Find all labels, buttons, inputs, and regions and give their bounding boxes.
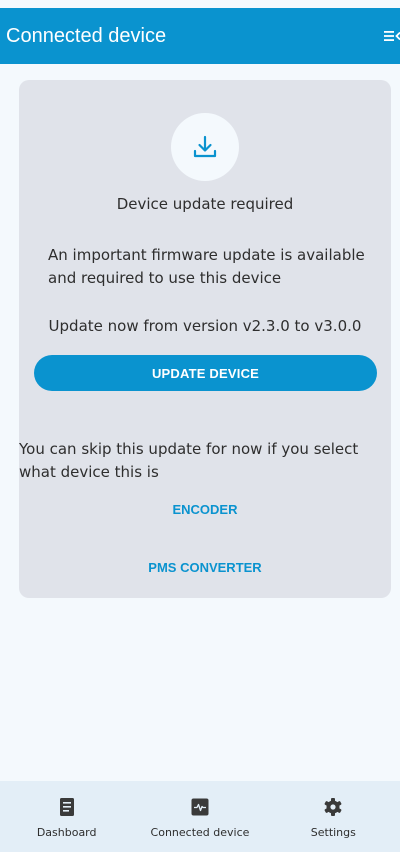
gear-icon — [323, 796, 343, 818]
nav-item-connected-device[interactable]: Connected device — [133, 781, 266, 852]
page-title: Connected device — [6, 24, 167, 47]
nav-item-settings[interactable]: Settings — [267, 781, 400, 852]
nav-item-dashboard[interactable]: Dashboard — [0, 781, 133, 852]
update-description: An important firmware update is availabl… — [48, 246, 365, 287]
update-title: Device update required — [116, 195, 294, 213]
bottom-nav: Dashboard Connected device Settings — [0, 781, 400, 852]
update-card: Device update required An important firm… — [19, 80, 391, 598]
nav-label-dashboard: Dashboard — [36, 826, 97, 839]
pulse-monitor-icon — [191, 796, 209, 818]
status-bar — [0, 0, 400, 8]
pms-converter-option-button[interactable]: PMS CONVERTER — [19, 560, 391, 575]
encoder-option-button[interactable]: ENCODER — [19, 502, 391, 517]
update-device-button[interactable]: UPDATE DEVICE — [34, 355, 377, 391]
download-icon — [171, 113, 239, 181]
nav-label-settings: Settings — [310, 826, 356, 839]
menu-collapse-icon[interactable] — [378, 25, 400, 47]
document-icon — [59, 796, 75, 818]
nav-label-connected-device: Connected device — [150, 826, 250, 839]
update-version-text: Update now from version v2.3.0 to v3.0.0 — [48, 317, 362, 335]
app-bar: Connected device — [0, 8, 400, 64]
skip-update-text: You can skip this update for now if you … — [19, 440, 359, 481]
